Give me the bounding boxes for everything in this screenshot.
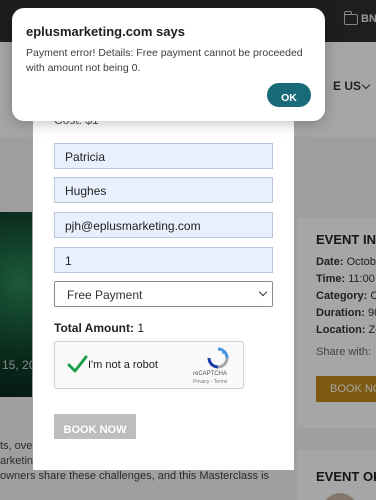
last-name-field[interactable]: Hughes bbox=[54, 177, 273, 203]
recaptcha-brand: reCAPTCHA bbox=[193, 371, 228, 377]
first-name-field[interactable]: Patricia bbox=[54, 143, 273, 169]
alert-message: Payment error! Details: Free payment can… bbox=[26, 47, 303, 74]
total-amount: Total Amount: 1 bbox=[54, 321, 144, 335]
book-now-button[interactable]: BOOK NOW bbox=[54, 414, 136, 439]
checkmark-icon[interactable] bbox=[66, 353, 88, 375]
recaptcha-links[interactable]: Privacy - Terms bbox=[193, 379, 227, 385]
chevron-down-icon bbox=[258, 287, 268, 297]
booking-modal: Cost: $1 Patricia Hughes pjh@eplusmarket… bbox=[33, 110, 294, 470]
email-field[interactable]: pjh@eplusmarketing.com bbox=[54, 212, 273, 238]
alert-title: eplusmarketing.com says bbox=[26, 24, 185, 39]
recaptcha-widget: I'm not a robot reCAPTCHA Privacy - Term… bbox=[54, 341, 244, 389]
payment-method-select[interactable]: Free Payment bbox=[54, 281, 273, 307]
recaptcha-label: I'm not a robot bbox=[88, 359, 158, 371]
ok-button[interactable]: OK bbox=[267, 83, 311, 107]
recaptcha-logo-icon bbox=[207, 347, 229, 369]
quantity-field[interactable]: 1 bbox=[54, 247, 273, 273]
payment-method-value: Free Payment bbox=[67, 288, 143, 302]
alert-dialog: eplusmarketing.com says Payment error! D… bbox=[12, 8, 325, 121]
